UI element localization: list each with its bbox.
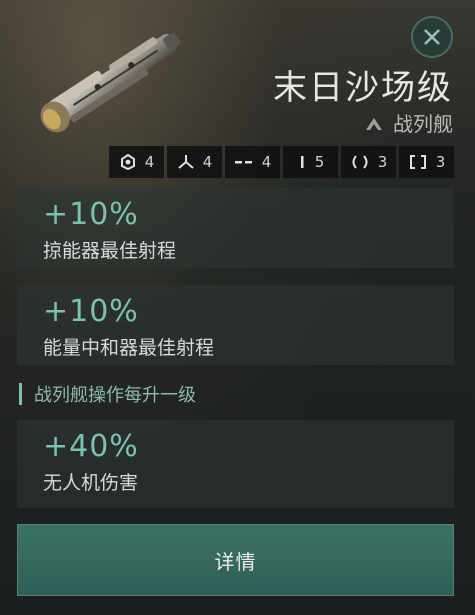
bonus-value: +40% — [43, 429, 139, 464]
bonus-value: +10% — [43, 197, 139, 232]
subsystem-slot: 3 — [399, 146, 454, 178]
rig-slot-count: 5 — [314, 153, 325, 171]
bonus-label: 能量中和器最佳射程 — [43, 337, 215, 359]
drone-slot-icon — [352, 155, 368, 169]
high-slot-count: 4 — [144, 153, 155, 171]
drone-slot: 3 — [341, 146, 396, 178]
close-icon — [424, 29, 440, 45]
mid-slot-icon — [178, 155, 194, 169]
drone-slot-count: 3 — [377, 153, 388, 171]
section-marker — [19, 383, 22, 405]
bonus-value: +10% — [43, 294, 139, 329]
level-bonus-heading: 战列舰操作每升一级 — [19, 381, 196, 407]
low-slot-count: 4 — [261, 153, 272, 171]
rig-slot-icon — [300, 156, 304, 168]
subsystem-slot-icon — [409, 155, 426, 169]
level-bonus-heading-label: 战列舰操作每升一级 — [34, 385, 196, 406]
bonus-label: 掠能器最佳射程 — [43, 240, 177, 262]
bonus-card: +10% 掠能器最佳射程 — [17, 188, 454, 268]
slot-layout: 4 4 4 5 3 3 — [109, 146, 454, 178]
subsystem-slot-count: 3 — [435, 153, 446, 171]
high-slot: 4 — [109, 146, 164, 178]
mid-slot: 4 — [167, 146, 222, 178]
close-button[interactable] — [411, 16, 453, 58]
ship-image — [40, 32, 181, 133]
bonus-card: +10% 能量中和器最佳射程 — [17, 285, 454, 365]
bonus-label: 无人机伤害 — [43, 472, 139, 494]
details-button[interactable]: 详情 — [17, 524, 454, 596]
ship-class: 战列舰 — [363, 108, 453, 137]
high-slot-icon — [120, 153, 135, 171]
ship-name: 末日沙场级 — [273, 68, 453, 108]
mid-slot-count: 4 — [202, 153, 213, 171]
ship-info-panel: 末日沙场级 战列舰 4 4 4 5 3 3 +10% 掠能器最佳射程 +10% … — [0, 0, 475, 615]
ship-class-label: 战列舰 — [393, 112, 453, 136]
bonus-card: +40% 无人机伤害 — [17, 420, 454, 508]
chevron-up-icon — [366, 117, 382, 130]
low-slot-icon — [234, 161, 252, 164]
low-slot: 4 — [225, 146, 280, 178]
rig-slot: 5 — [283, 146, 338, 178]
